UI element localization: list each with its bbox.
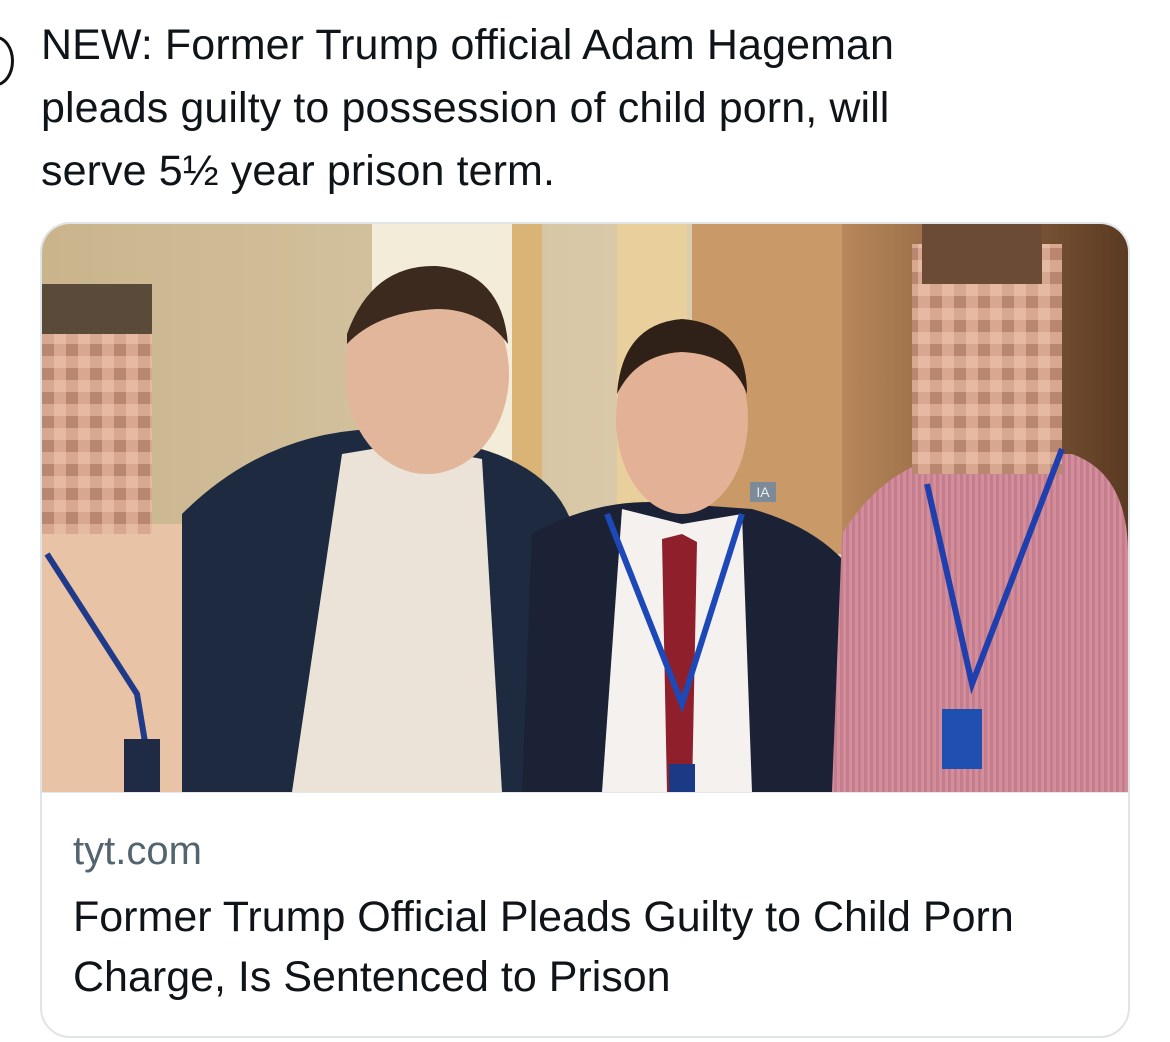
- card-image[interactable]: IA: [42, 224, 1128, 792]
- card-meta[interactable]: tyt.com Former Trump Official Pleads Gui…: [42, 792, 1128, 1036]
- card-title[interactable]: Former Trump Official Pleads Guilty to C…: [73, 887, 1093, 1007]
- group-photo: IA: [42, 224, 1128, 792]
- photo-sign-text: IA: [756, 484, 770, 500]
- card-domain[interactable]: tyt.com: [73, 829, 202, 874]
- tweet-text: NEW: Former Trump official Adam Hageman …: [41, 21, 895, 195]
- author-avatar[interactable]: [0, 36, 14, 86]
- link-preview-card[interactable]: IA tyt.com Former Trump Official Pleads …: [40, 222, 1130, 1038]
